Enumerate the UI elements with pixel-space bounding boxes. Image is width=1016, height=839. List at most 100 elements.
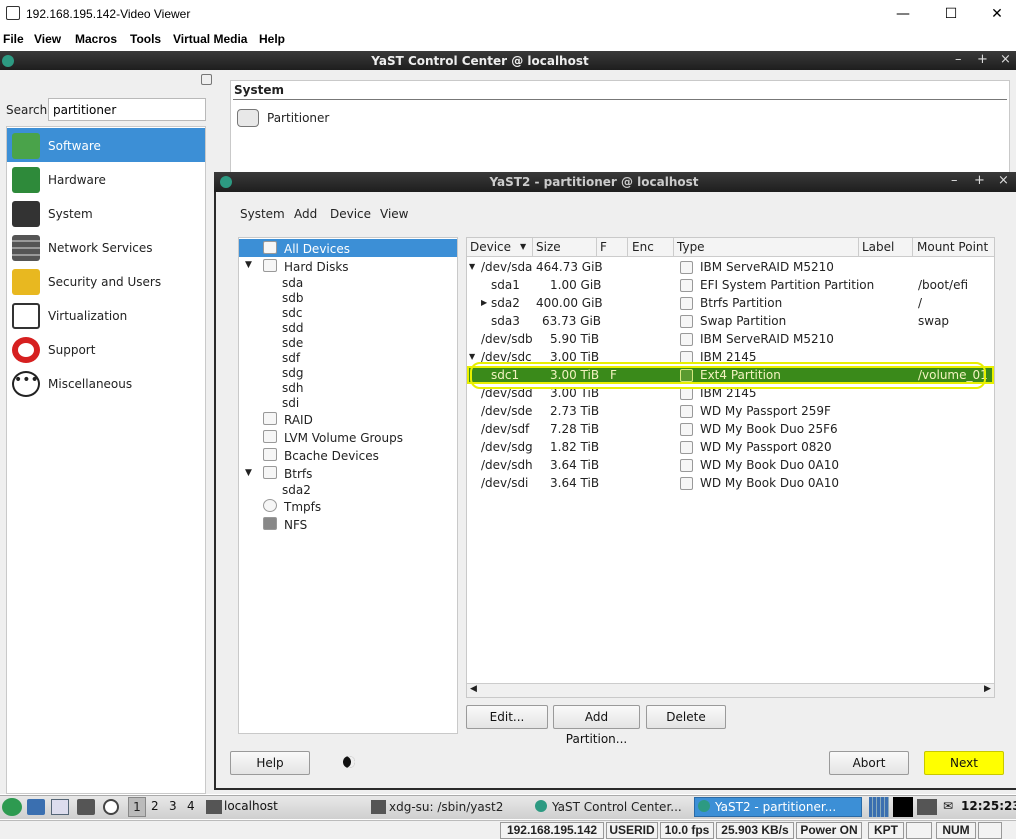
category-virtualization[interactable]: Virtualization: [7, 298, 205, 332]
category-support[interactable]: Support: [7, 332, 205, 366]
menu-view[interactable]: View: [34, 32, 61, 46]
task-partitioner[interactable]: YaST2 - partitioner...: [694, 797, 862, 817]
cc-minimize-icon[interactable]: –: [955, 52, 962, 67]
col-mount[interactable]: Mount Point: [917, 240, 988, 254]
tree-raid[interactable]: RAID: [284, 413, 313, 427]
host-task[interactable]: localhost: [224, 799, 278, 813]
table-row[interactable]: sda3 63.73 GiB Swap Partition swap: [467, 312, 994, 330]
scroll-left-icon[interactable]: ◀: [470, 684, 477, 694]
table-row[interactable]: /dev/sdf 7.28 TiB WD My Book Duo 25F6: [467, 420, 994, 438]
tree-disk-sdf[interactable]: sdf: [282, 351, 300, 365]
p-maximize-icon[interactable]: +: [974, 173, 985, 188]
table-row[interactable]: /dev/sde 2.73 TiB WD My Passport 259F: [467, 402, 994, 420]
col-label[interactable]: Label: [862, 240, 894, 254]
delete-button[interactable]: Delete: [646, 705, 726, 729]
row-type: Btrfs Partition: [700, 296, 783, 310]
row-expand-icon[interactable]: ▼: [469, 352, 475, 361]
table-row[interactable]: sda1 1.00 GiB EFI System Partition Parti…: [467, 276, 994, 294]
tree-disk-sdg[interactable]: sdg: [282, 366, 304, 380]
close-button[interactable]: ✕: [974, 0, 1016, 28]
col-type[interactable]: Type: [677, 240, 705, 254]
category-misc[interactable]: ••• Miscellaneous: [7, 366, 205, 400]
menu-macros[interactable]: Macros: [75, 32, 117, 46]
sort-icon[interactable]: ▼: [520, 242, 526, 251]
category-security[interactable]: Security and Users: [7, 264, 205, 298]
tree-disk-sde[interactable]: sde: [282, 336, 303, 350]
scroll-right-icon[interactable]: ▶: [984, 684, 991, 694]
table-row[interactable]: /dev/sdh 3.64 TiB WD My Book Duo 0A10: [467, 456, 994, 474]
tree-expand-icon[interactable]: ▼: [245, 260, 252, 270]
p-menu-device[interactable]: Device: [330, 207, 371, 221]
workspace-4[interactable]: 4: [187, 799, 195, 813]
tree-hard-disks[interactable]: Hard Disks: [284, 260, 349, 274]
tree-btrfs-sda2[interactable]: sda2: [282, 483, 311, 497]
tree-btrfs[interactable]: Btrfs: [284, 467, 312, 481]
p-minimize-icon[interactable]: –: [951, 173, 958, 188]
screen-icon[interactable]: [917, 799, 937, 815]
tree-disk-sdc[interactable]: sdc: [282, 306, 302, 320]
workspace-3[interactable]: 3: [169, 799, 177, 813]
tree-disk-sdi[interactable]: sdi: [282, 396, 299, 410]
tree-disk-sdh[interactable]: sdh: [282, 381, 303, 395]
tree-nfs[interactable]: NFS: [284, 518, 307, 532]
minimize-button[interactable]: —: [880, 0, 926, 28]
horizontal-scrollbar[interactable]: [467, 683, 994, 697]
table-row[interactable]: ▼ /dev/sda 464.73 GiB IBM ServeRAID M521…: [467, 258, 994, 276]
tree-bcache[interactable]: Bcache Devices: [284, 449, 379, 463]
maximize-button[interactable]: ☐: [928, 0, 974, 28]
restore-icon[interactable]: [201, 74, 212, 85]
p-menu-view[interactable]: View: [380, 207, 408, 221]
tree-disk-sdd[interactable]: sdd: [282, 321, 304, 335]
col-size[interactable]: Size: [536, 240, 561, 254]
tree-disk-sda[interactable]: sda: [282, 276, 303, 290]
desktop-icon[interactable]: [27, 799, 45, 815]
col-f[interactable]: F: [600, 240, 607, 254]
partitioner-module[interactable]: Partitioner: [235, 107, 365, 129]
tree-tmpfs[interactable]: Tmpfs: [284, 500, 321, 514]
abort-button[interactable]: Abort: [829, 751, 909, 775]
table-row[interactable]: /dev/sdd 3.00 TiB IBM 2145: [467, 384, 994, 402]
cc-close-icon[interactable]: ×: [1000, 52, 1011, 67]
tree-disk-sdb[interactable]: sdb: [282, 291, 304, 305]
table-row[interactable]: ▶ sda2 400.00 GiB Btrfs Partition /: [467, 294, 994, 312]
menu-virtual-media[interactable]: Virtual Media: [173, 32, 247, 46]
help-button[interactable]: Help: [230, 751, 310, 775]
category-network[interactable]: Network Services: [7, 230, 205, 264]
cc-maximize-icon[interactable]: +: [977, 52, 988, 67]
category-system[interactable]: System: [7, 196, 205, 230]
table-row[interactable]: ▼ /dev/sdc 3.00 TiB IBM 2145: [467, 348, 994, 366]
p-menu-system[interactable]: System: [240, 207, 285, 221]
search-input[interactable]: [48, 98, 206, 121]
row-expand-icon[interactable]: ▼: [469, 262, 475, 271]
col-enc[interactable]: Enc: [632, 240, 654, 254]
menu-file[interactable]: File: [3, 32, 24, 46]
p-close-icon[interactable]: ×: [998, 173, 1009, 188]
clock-app-icon[interactable]: [103, 799, 119, 815]
menu-tools[interactable]: Tools: [130, 32, 161, 46]
p-menu-add[interactable]: Add: [294, 207, 317, 221]
menu-help[interactable]: Help: [259, 32, 285, 46]
tree-expand-icon[interactable]: ▼: [245, 468, 252, 478]
tree-lvm[interactable]: LVM Volume Groups: [284, 431, 403, 445]
table-row[interactable]: /dev/sdb 5.90 TiB IBM ServeRAID M5210: [467, 330, 994, 348]
add-partition-button[interactable]: Add Partition...: [553, 705, 640, 746]
category-hardware[interactable]: Hardware: [7, 162, 205, 196]
workspace-1[interactable]: 1: [128, 797, 146, 817]
workspace-2[interactable]: 2: [151, 799, 159, 813]
table-row[interactable]: /dev/sdg 1.82 TiB WD My Passport 0820: [467, 438, 994, 456]
row-expand-icon[interactable]: ▶: [481, 298, 487, 307]
table-row[interactable]: /dev/sdi 3.64 TiB WD My Book Duo 0A10: [467, 474, 994, 492]
next-button[interactable]: Next: [924, 751, 1004, 775]
task-xdg-su[interactable]: xdg-su: /sbin/yast2: [368, 797, 526, 817]
mail-icon[interactable]: ✉: [943, 799, 953, 813]
suse-menu-icon[interactable]: [2, 798, 22, 816]
edit-button[interactable]: Edit...: [466, 705, 548, 729]
monitor-icon[interactable]: [77, 799, 95, 815]
table-row-selected[interactable]: sdc1 3.00 TiB F Ext4 Partition /volume_0…: [467, 366, 994, 384]
category-software[interactable]: Software: [7, 128, 205, 162]
black-app-icon[interactable]: [893, 797, 913, 817]
task-yast-cc[interactable]: YaST Control Center...: [531, 797, 689, 817]
col-device[interactable]: Device: [470, 240, 511, 254]
pager-icon[interactable]: [869, 797, 889, 817]
window-icon[interactable]: [51, 799, 69, 815]
